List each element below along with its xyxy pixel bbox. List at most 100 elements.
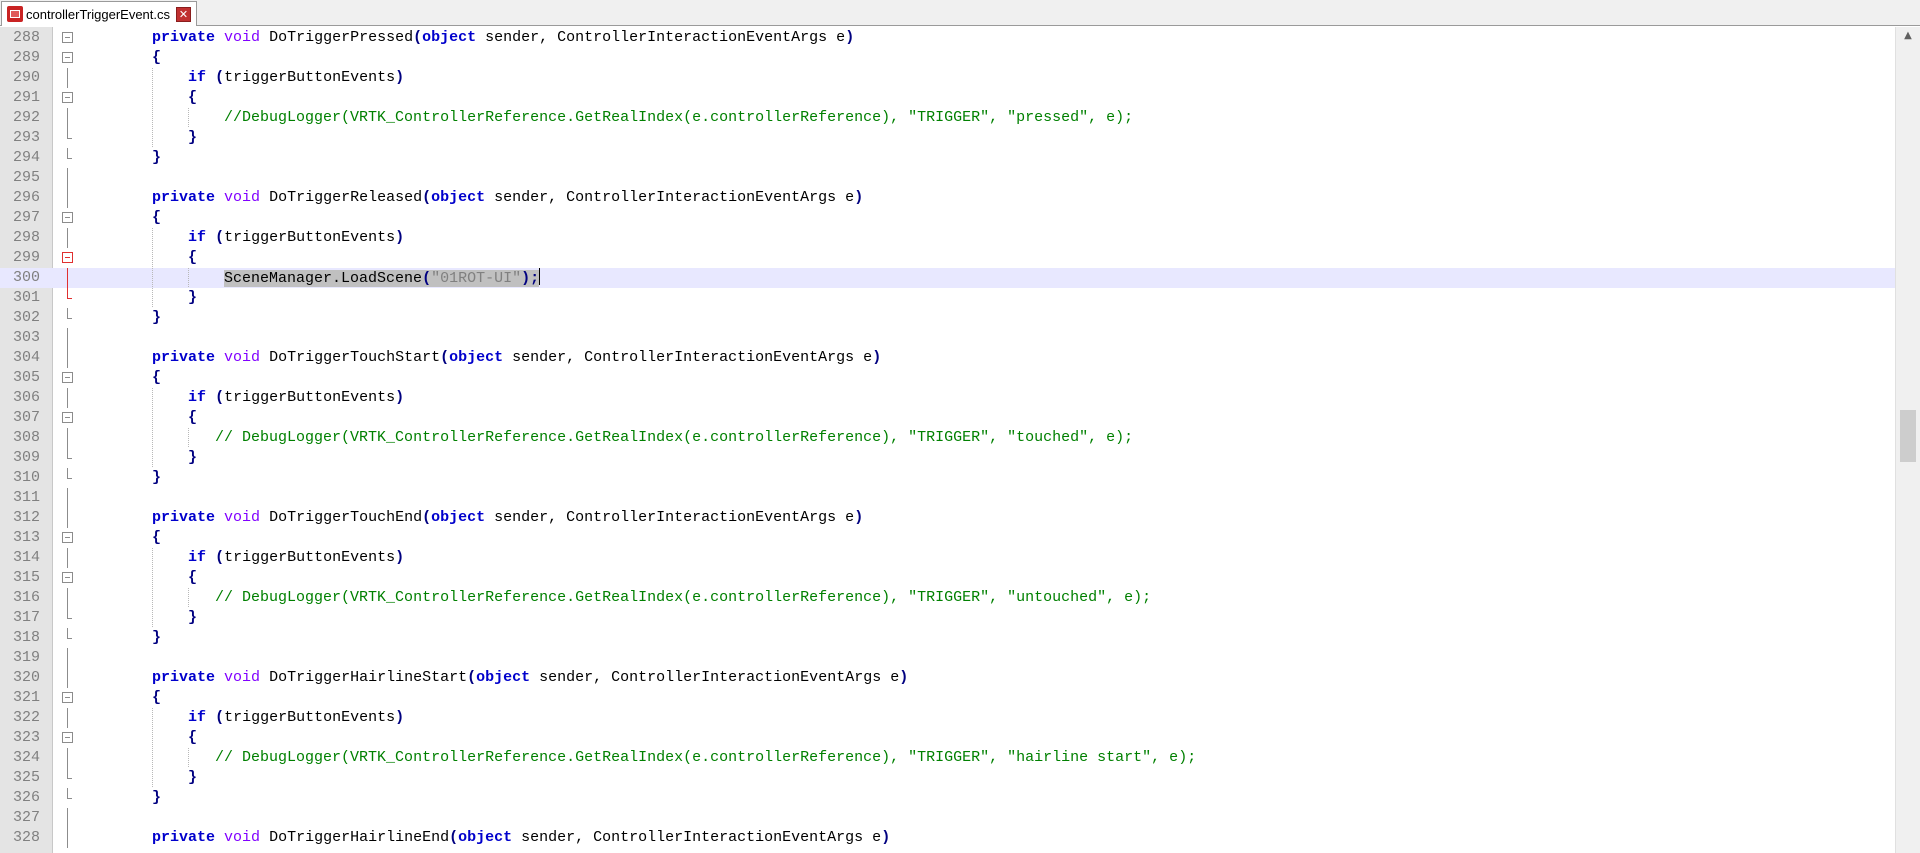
code-text[interactable]: } xyxy=(80,788,161,808)
code-line[interactable]: 324 // DebugLogger(VRTK_ControllerRefere… xyxy=(0,748,1895,768)
code-text[interactable]: } xyxy=(80,608,197,628)
code-line[interactable]: 317 } xyxy=(0,608,1895,628)
fold-collapse-icon[interactable] xyxy=(58,728,78,748)
code-line[interactable]: 300 SceneManager.LoadScene("01ROT-UI"); xyxy=(0,268,1895,288)
code-line[interactable]: 316 // DebugLogger(VRTK_ControllerRefere… xyxy=(0,588,1895,608)
code-text[interactable]: } xyxy=(80,128,197,148)
code-text[interactable]: { xyxy=(80,208,161,228)
fold-collapse-icon[interactable] xyxy=(58,248,78,268)
code-text[interactable]: { xyxy=(80,48,161,68)
code-line[interactable]: 303 xyxy=(0,328,1895,348)
code-line[interactable]: 302 } xyxy=(0,308,1895,328)
code-text[interactable]: SceneManager.LoadScene("01ROT-UI"); xyxy=(80,268,541,288)
code-text[interactable]: private void DoTriggerPressed(object sen… xyxy=(80,28,854,48)
code-line[interactable]: 293 } xyxy=(0,128,1895,148)
code-line[interactable]: 298 if (triggerButtonEvents) xyxy=(0,228,1895,248)
code-line[interactable]: 323 { xyxy=(0,728,1895,748)
code-line[interactable]: 299 { xyxy=(0,248,1895,268)
code-line[interactable]: 314 if (triggerButtonEvents) xyxy=(0,548,1895,568)
code-text[interactable]: if (triggerButtonEvents) xyxy=(80,228,404,248)
code-text[interactable]: // DebugLogger(VRTK_ControllerReference.… xyxy=(80,588,1151,608)
code-text[interactable]: private void DoTriggerTouchEnd(object se… xyxy=(80,508,863,528)
code-line[interactable]: 320 private void DoTriggerHairlineStart(… xyxy=(0,668,1895,688)
code-line[interactable]: 325 } xyxy=(0,768,1895,788)
fold-collapse-icon[interactable] xyxy=(58,408,78,428)
code-line[interactable]: 304 private void DoTriggerTouchStart(obj… xyxy=(0,348,1895,368)
code-line[interactable]: 289 { xyxy=(0,48,1895,68)
code-text[interactable]: { xyxy=(80,528,161,548)
code-text[interactable]: private void DoTriggerHairlineStart(obje… xyxy=(80,668,908,688)
code-text[interactable]: { xyxy=(80,688,161,708)
code-line[interactable]: 310 } xyxy=(0,468,1895,488)
code-line[interactable]: 305 { xyxy=(0,368,1895,388)
code-line[interactable]: 301 } xyxy=(0,288,1895,308)
code-text[interactable]: } xyxy=(80,768,197,788)
code-text[interactable]: } xyxy=(80,308,161,328)
code-text[interactable]: private void DoTriggerHairlineEnd(object… xyxy=(80,828,890,848)
code-line[interactable]: 291 { xyxy=(0,88,1895,108)
code-text[interactable]: // DebugLogger(VRTK_ControllerReference.… xyxy=(80,748,1196,768)
code-line[interactable]: 295 xyxy=(0,168,1895,188)
code-line[interactable]: 321 { xyxy=(0,688,1895,708)
code-text[interactable]: { xyxy=(80,248,197,268)
code-text[interactable]: { xyxy=(80,408,197,428)
code-line[interactable]: 308 // DebugLogger(VRTK_ControllerRefere… xyxy=(0,428,1895,448)
code-line[interactable]: 288 private void DoTriggerPressed(object… xyxy=(0,28,1895,48)
code-text[interactable]: } xyxy=(80,288,197,308)
code-line[interactable]: 322 if (triggerButtonEvents) xyxy=(0,708,1895,728)
fold-collapse-icon[interactable] xyxy=(58,368,78,388)
code-line[interactable]: 319 xyxy=(0,648,1895,668)
code-token: if xyxy=(188,389,207,406)
scroll-thumb[interactable] xyxy=(1900,410,1916,462)
code-line[interactable]: 307 { xyxy=(0,408,1895,428)
code-line[interactable]: 326 } xyxy=(0,788,1895,808)
indent-guide xyxy=(188,268,189,288)
code-text[interactable]: if (triggerButtonEvents) xyxy=(80,388,404,408)
fold-collapse-icon[interactable] xyxy=(58,88,78,108)
code-line[interactable]: 318 } xyxy=(0,628,1895,648)
code-editor[interactable]: 288 private void DoTriggerPressed(object… xyxy=(0,27,1920,853)
fold-collapse-icon[interactable] xyxy=(58,568,78,588)
file-tab[interactable]: controllerTriggerEvent.cs ✕ xyxy=(1,1,197,26)
fold-collapse-icon[interactable] xyxy=(58,48,78,68)
code-line[interactable]: 296 private void DoTriggerReleased(objec… xyxy=(0,188,1895,208)
code-text[interactable]: if (triggerButtonEvents) xyxy=(80,548,404,568)
code-text[interactable]: { xyxy=(80,368,161,388)
code-line[interactable]: 290 if (triggerButtonEvents) xyxy=(0,68,1895,88)
code-text[interactable]: if (triggerButtonEvents) xyxy=(80,68,404,88)
code-line[interactable]: 309 } xyxy=(0,448,1895,468)
code-line[interactable]: 327 xyxy=(0,808,1895,828)
code-text[interactable]: } xyxy=(80,468,161,488)
scroll-up-arrow-icon[interactable]: ▲ xyxy=(1896,27,1920,44)
code-text[interactable]: { xyxy=(80,568,197,588)
vertical-scrollbar[interactable]: ▲ xyxy=(1895,27,1920,853)
code-line[interactable]: 311 xyxy=(0,488,1895,508)
line-number: 313 xyxy=(12,529,40,546)
code-text[interactable]: private void DoTriggerTouchStart(object … xyxy=(80,348,881,368)
code-line[interactable]: 328 private void DoTriggerHairlineEnd(ob… xyxy=(0,828,1895,848)
fold-collapse-icon[interactable] xyxy=(58,208,78,228)
code-text[interactable]: private void DoTriggerReleased(object se… xyxy=(80,188,863,208)
fold-guide-line xyxy=(58,488,78,508)
code-lines[interactable]: 288 private void DoTriggerPressed(object… xyxy=(0,28,1895,848)
code-line[interactable]: 292 //DebugLogger(VRTK_ControllerReferen… xyxy=(0,108,1895,128)
code-line[interactable]: 294 } xyxy=(0,148,1895,168)
code-line[interactable]: 313 { xyxy=(0,528,1895,548)
code-text[interactable]: } xyxy=(80,148,161,168)
code-line[interactable]: 306 if (triggerButtonEvents) xyxy=(0,388,1895,408)
code-text[interactable]: { xyxy=(80,88,197,108)
code-text[interactable]: } xyxy=(80,448,197,468)
code-text[interactable]: { xyxy=(80,728,197,748)
code-text[interactable]: if (triggerButtonEvents) xyxy=(80,708,404,728)
fold-collapse-icon[interactable] xyxy=(58,528,78,548)
code-line[interactable]: 312 private void DoTriggerTouchEnd(objec… xyxy=(0,508,1895,528)
code-line[interactable]: 297 { xyxy=(0,208,1895,228)
code-text[interactable]: //DebugLogger(VRTK_ControllerReference.G… xyxy=(80,108,1133,128)
code-line[interactable]: 315 { xyxy=(0,568,1895,588)
close-icon[interactable]: ✕ xyxy=(176,6,192,22)
code-text[interactable]: // DebugLogger(VRTK_ControllerReference.… xyxy=(80,428,1133,448)
fold-collapse-icon[interactable] xyxy=(58,688,78,708)
code-text[interactable]: } xyxy=(80,628,161,648)
fold-collapse-icon[interactable] xyxy=(58,28,78,48)
